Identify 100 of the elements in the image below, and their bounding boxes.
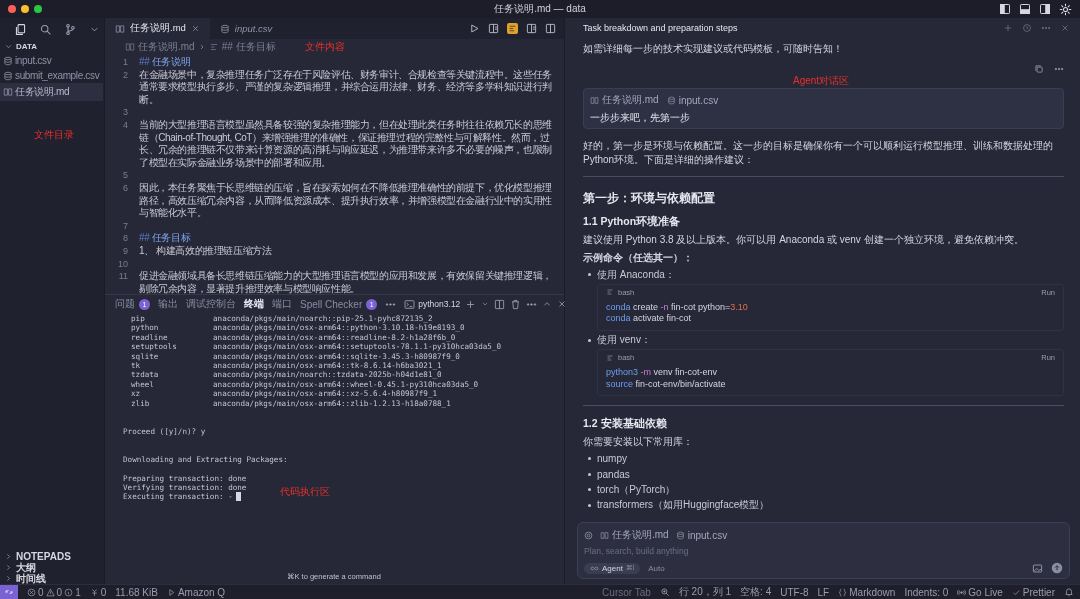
close-icon[interactable] bbox=[557, 299, 568, 309]
highlighted-toolbar-button[interactable] bbox=[507, 23, 518, 34]
terminal-selector[interactable]: python3.12 bbox=[404, 298, 461, 310]
source-control-icon[interactable] bbox=[64, 22, 77, 36]
window-zoom-button[interactable] bbox=[34, 5, 42, 13]
panel-tab[interactable]: 输出 bbox=[158, 297, 178, 311]
status-item[interactable]: LF bbox=[817, 586, 830, 598]
copy-icon[interactable] bbox=[1034, 64, 1044, 74]
status-item[interactable]: Indents: 0 bbox=[904, 586, 949, 598]
section-header[interactable]: 大纲 bbox=[0, 562, 104, 573]
image-icon[interactable] bbox=[1032, 562, 1043, 574]
line-number: 7 bbox=[122, 219, 129, 233]
preview-icon[interactable] bbox=[488, 23, 499, 34]
code-icon bbox=[606, 353, 614, 362]
message-text: 一步步来吧，先第一步 bbox=[590, 111, 691, 124]
braces-icon bbox=[838, 587, 848, 597]
message-subheading: 1.1 Python环境准备 bbox=[583, 215, 682, 229]
status-item[interactable] bbox=[659, 587, 670, 597]
file-chip[interactable]: input.csv bbox=[675, 529, 728, 541]
status-item[interactable]: Amazon Q bbox=[166, 586, 226, 598]
annotation-label: Agent对话区 bbox=[793, 74, 850, 88]
database-icon bbox=[219, 23, 230, 34]
section-header[interactable]: 时间线 bbox=[0, 573, 104, 584]
section-header[interactable]: NOTEPADS bbox=[0, 551, 104, 562]
model-selector[interactable]: Auto bbox=[648, 563, 665, 573]
symbol-icon bbox=[208, 41, 219, 52]
status-item[interactable]: Markdown bbox=[838, 586, 896, 598]
section-header[interactable]: DATA bbox=[0, 40, 104, 53]
toggle-secondary-sidebar-icon[interactable] bbox=[1039, 3, 1051, 15]
antenna-icon bbox=[89, 587, 99, 597]
terminal-icon bbox=[404, 298, 416, 310]
run-icon[interactable] bbox=[469, 23, 480, 34]
close-icon[interactable] bbox=[190, 24, 200, 33]
broadcast-icon bbox=[957, 587, 967, 597]
split-terminal-icon[interactable] bbox=[494, 298, 506, 310]
database-icon bbox=[666, 95, 676, 105]
annotation-label: 文件内容 bbox=[305, 40, 345, 54]
panel-tab[interactable]: 端口 bbox=[272, 297, 292, 311]
editor-tab[interactable]: input.csv bbox=[209, 18, 283, 39]
code-line: conda create -n fin-cot python=3.10 bbox=[606, 301, 749, 313]
bullet-icon bbox=[588, 472, 591, 476]
send-icon[interactable] bbox=[1051, 562, 1063, 574]
line-number: 2 bbox=[122, 68, 129, 82]
toggle-panel-icon[interactable] bbox=[1019, 3, 1031, 15]
warning-icon bbox=[45, 587, 55, 597]
annotation-label: 文件目录 bbox=[34, 128, 74, 142]
chat-title: Task breakdown and preparation steps bbox=[583, 23, 738, 33]
file-item[interactable]: submit_example.csv bbox=[0, 68, 103, 83]
zoom-icon bbox=[659, 587, 670, 597]
trash-icon[interactable] bbox=[510, 298, 522, 310]
bell-icon bbox=[1064, 587, 1074, 597]
book-icon bbox=[115, 23, 125, 34]
message-text: 建议使用 Python 3.8 及以上版本。你可以用 Anaconda 或 venv 创建一个独立环境，避免依赖冲突。 bbox=[583, 233, 1025, 247]
line-number: 10 bbox=[117, 257, 129, 271]
bullet-icon bbox=[588, 488, 591, 492]
status-item[interactable]: 0 bbox=[89, 586, 107, 598]
line-number: 4 bbox=[122, 118, 129, 132]
remote-icon bbox=[4, 587, 14, 597]
text-line: 1、 构建高效的推理链压缩方法 bbox=[139, 244, 273, 258]
chevron-down-icon[interactable] bbox=[481, 300, 490, 308]
window-close-button[interactable] bbox=[8, 5, 16, 13]
editor-tab[interactable]: 任务说明.md bbox=[105, 18, 210, 39]
check-icon bbox=[1011, 587, 1021, 597]
new-terminal-icon[interactable] bbox=[465, 298, 477, 310]
status-item[interactable]: Prettier bbox=[1011, 586, 1055, 598]
bullet-icon bbox=[588, 503, 591, 507]
file-chip[interactable]: 任务说明.md bbox=[590, 93, 659, 107]
chevron-icon bbox=[4, 42, 13, 51]
split-editor-icon[interactable] bbox=[545, 23, 556, 34]
bullet-icon bbox=[588, 457, 591, 461]
status-item[interactable]: Go Live bbox=[957, 586, 1003, 598]
remote-button[interactable] bbox=[0, 584, 18, 599]
text-line: 促进金融领域具备长思维链压缩能力的大型推理语言模型的应用和发展，有效保留关键推理逻辑，剔除冗余内容，显著提升推理效率与模型响应性能。 bbox=[139, 270, 553, 294]
window-minimize-button[interactable] bbox=[21, 5, 29, 13]
panel-tab[interactable]: 终端 bbox=[244, 297, 264, 311]
file-chip[interactable]: input.csv bbox=[666, 93, 719, 107]
breadcrumb-item[interactable]: ## 任务目标 bbox=[208, 39, 276, 54]
preview-side-icon[interactable] bbox=[526, 23, 537, 34]
file-item[interactable]: input.csv bbox=[0, 53, 103, 68]
line-number: 1 bbox=[122, 56, 129, 69]
message-text: 你需要安装以下常用库： bbox=[583, 435, 694, 449]
file-chip[interactable]: 任务说明.md bbox=[600, 528, 669, 542]
breadcrumb-item[interactable]: 任务说明.md bbox=[125, 39, 195, 54]
status-item[interactable] bbox=[1064, 587, 1074, 597]
text-line: 当前的大型推理语言模型虽然具备较强的复杂推理能力，但在处理此类任务时往往依赖冗长的思维链（Chain-of-Thought, CoT）来增强推理的准确性，保证推理过程的完整性与可解释性。然而，过长、冗余的推理链不仅带来计算资源的高消耗与响应延迟，为推理带来许多不必要的噪声，也限制了模型在实际金融业务场景中的部署和应用。 bbox=[139, 118, 553, 170]
file-item[interactable]: 任务说明.md bbox=[0, 83, 103, 101]
status-item[interactable]: 0 0 1 bbox=[27, 586, 81, 598]
status-item[interactable]: 11.68 KiB bbox=[115, 586, 158, 598]
database-icon bbox=[3, 55, 13, 66]
status-item[interactable]: UTF-8 bbox=[780, 586, 809, 598]
files-icon[interactable] bbox=[14, 22, 27, 36]
settings-icon[interactable] bbox=[1059, 2, 1072, 16]
database-icon bbox=[675, 530, 685, 540]
message-heading: 第一步：环境与依赖配置 bbox=[583, 190, 716, 207]
status-item[interactable]: 行 20，列 1 bbox=[678, 585, 732, 599]
line-number: 9 bbox=[122, 244, 129, 258]
toggle-sidebar-icon[interactable] bbox=[999, 3, 1011, 15]
panel-tab[interactable]: 调试控制台 bbox=[186, 297, 236, 311]
search-icon[interactable] bbox=[39, 22, 52, 36]
status-item[interactable]: 空格: 4 bbox=[740, 585, 772, 599]
